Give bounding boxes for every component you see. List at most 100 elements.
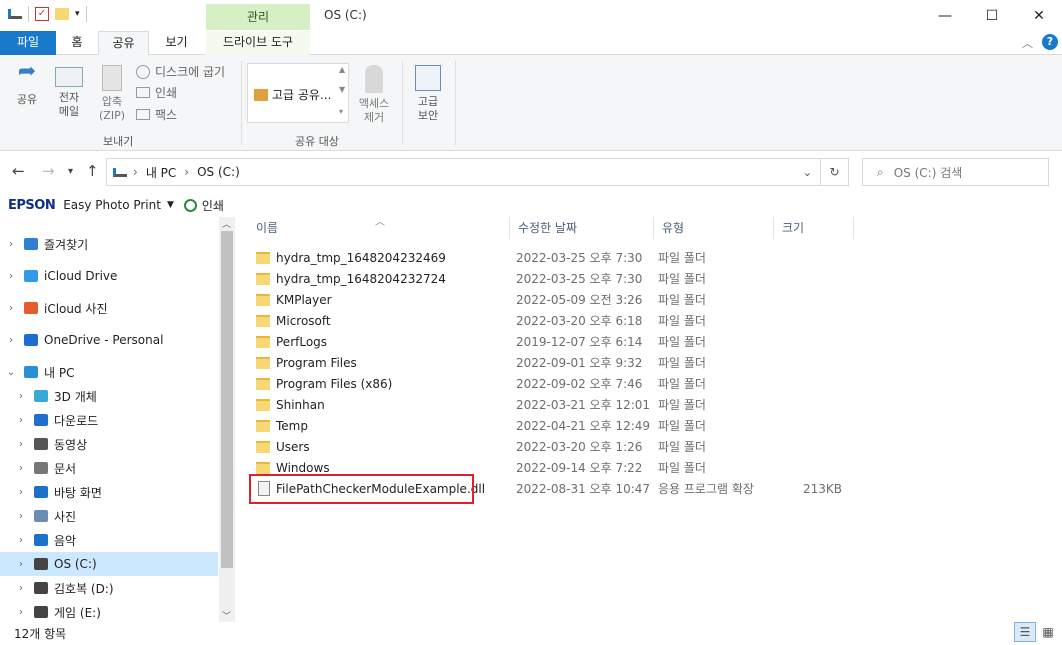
expand-chevron-icon[interactable]: ⌄ [6, 367, 16, 378]
nav-item-onedrive[interactable]: › OneDrive - Personal [0, 328, 218, 352]
expand-chevron-icon[interactable]: › [6, 239, 16, 250]
share-with-gallery[interactable]: 고급 공유... [247, 63, 349, 123]
tab-file[interactable]: 파일 [0, 31, 56, 55]
close-button[interactable]: ✕ [1016, 0, 1062, 32]
advanced-security-button[interactable]: 고급 보안 [410, 65, 446, 123]
tab-home[interactable]: 홈 [56, 31, 98, 55]
search-box[interactable]: ⌕ OS (C:) 검색 [862, 158, 1049, 186]
file-row[interactable]: Temp 2022-04-21 오후 12:49 파일 폴더 [248, 415, 854, 436]
nav-item-desktop[interactable]: › 바탕 화면 [0, 480, 218, 504]
forward-button[interactable]: → [42, 162, 55, 180]
scroll-up-icon[interactable]: ︿ [222, 217, 231, 230]
file-row[interactable]: PerfLogs 2019-12-07 오후 6:14 파일 폴더 [248, 331, 854, 352]
new-folder-icon[interactable] [55, 8, 69, 20]
nav-item-drive-d[interactable]: › 김호복 (D:) [0, 576, 218, 600]
nav-item-icloud-photos[interactable]: › iCloud 사진 [0, 296, 218, 320]
collapse-ribbon-icon[interactable]: ︿ [1022, 35, 1033, 51]
refresh-button[interactable]: ↻ [821, 158, 849, 186]
expand-chevron-icon[interactable]: › [16, 391, 26, 402]
file-name-cell[interactable]: Users [248, 440, 508, 454]
expand-chevron-icon[interactable]: › [16, 415, 26, 426]
file-name-cell[interactable]: Shinhan [248, 398, 508, 412]
expand-chevron-icon[interactable]: › [6, 271, 16, 282]
file-row[interactable]: Program Files 2022-09-01 오후 9:32 파일 폴더 [248, 352, 854, 373]
chevron-down-icon[interactable]: ▼ [167, 200, 174, 210]
file-name-cell[interactable]: PerfLogs [248, 335, 508, 349]
easy-photo-print-button[interactable]: Easy Photo Print [63, 198, 161, 212]
file-name-cell[interactable]: hydra_tmp_1648204232724 [248, 272, 508, 286]
zip-button[interactable]: 압축 (ZIP) [94, 65, 130, 123]
address-bar[interactable]: › 내 PC › OS (C:) ⌄ [106, 158, 821, 186]
minimize-button[interactable]: — [922, 0, 968, 32]
file-name-cell[interactable]: hydra_tmp_1648204232469 [248, 251, 508, 265]
nav-item-drive-c[interactable]: › OS (C:) [0, 552, 218, 576]
details-view-button[interactable]: ☰ [1014, 622, 1036, 642]
gallery-expand-icon[interactable]: ▾ [339, 107, 343, 116]
expand-chevron-icon[interactable]: › [16, 463, 26, 474]
file-row[interactable]: KMPlayer 2022-05-09 오전 3:26 파일 폴더 [248, 289, 854, 310]
file-name-cell[interactable]: Program Files [248, 356, 508, 370]
expand-chevron-icon[interactable]: › [16, 535, 26, 546]
nav-item-icloud[interactable]: › iCloud Drive [0, 264, 218, 288]
file-name-cell[interactable]: Temp [248, 419, 508, 433]
expand-chevron-icon[interactable]: › [6, 303, 16, 314]
tab-drive-tools[interactable]: 드라이브 도구 [206, 31, 310, 55]
nav-item-document[interactable]: › 문서 [0, 456, 218, 480]
maximize-button[interactable]: ☐ [969, 0, 1015, 32]
expand-chevron-icon[interactable]: › [16, 439, 26, 450]
print-button[interactable]: 인쇄 [136, 84, 177, 101]
expand-chevron-icon[interactable]: › [16, 511, 26, 522]
tab-manage[interactable]: 관리 [206, 4, 310, 30]
nav-item-video[interactable]: › 동영상 [0, 432, 218, 456]
breadcrumb-my-pc[interactable]: 내 PC [146, 164, 176, 181]
nav-item-star[interactable]: › 즐겨찾기 [0, 232, 218, 256]
file-row[interactable]: Shinhan 2022-03-21 오후 12:01 파일 폴더 [248, 394, 854, 415]
expand-chevron-icon[interactable]: › [6, 335, 16, 346]
file-row[interactable]: hydra_tmp_1648204232469 2022-03-25 오후 7:3… [248, 247, 854, 268]
quick-access-dropdown-icon[interactable]: ▾ [75, 9, 80, 19]
file-name-cell[interactable]: Program Files (x86) [248, 377, 508, 391]
share-button[interactable]: ➦ 공유 [10, 61, 44, 107]
nav-scrollbar-thumb[interactable] [221, 231, 233, 568]
column-header-type[interactable]: 유형 [654, 217, 774, 239]
file-row[interactable]: Users 2022-03-20 오후 1:26 파일 폴더 [248, 436, 854, 457]
gallery-scroll-down-icon[interactable]: ▼ [339, 85, 345, 94]
column-header-size[interactable]: 크기 [774, 217, 854, 239]
scroll-down-icon[interactable]: ﹀ [222, 609, 231, 622]
email-button[interactable]: 전자 메일 [52, 65, 86, 119]
recent-locations-dropdown[interactable]: ▾ [68, 166, 73, 177]
file-row[interactable]: Program Files (x86) 2022-09-02 오후 7:46 파일 … [248, 373, 854, 394]
nav-item-pictures[interactable]: › 사진 [0, 504, 218, 528]
burn-disc-button[interactable]: 디스크에 굽기 [136, 63, 225, 80]
properties-icon[interactable]: ✓ [35, 7, 49, 21]
nav-item-drive-e[interactable]: › 게임 (E:) [0, 600, 218, 624]
nav-item-music[interactable]: › 음악 [0, 528, 218, 552]
back-button[interactable]: ← [12, 162, 25, 180]
gallery-scroll-up-icon[interactable]: ▲ [339, 65, 345, 74]
fax-button[interactable]: 팩스 [136, 106, 177, 123]
column-header-date[interactable]: 수정한 날짜 [510, 217, 654, 239]
expand-chevron-icon[interactable]: › [16, 559, 26, 570]
breadcrumb-os-c[interactable]: OS (C:) [197, 165, 240, 179]
nav-item-computer[interactable]: ⌄ 내 PC [0, 360, 218, 384]
advanced-share-item[interactable]: 고급 공유... [248, 64, 348, 103]
epson-print-button[interactable]: 인쇄 [202, 197, 224, 214]
expand-chevron-icon[interactable]: › [16, 607, 26, 618]
tab-view[interactable]: 보기 [149, 31, 204, 55]
expand-chevron-icon[interactable]: › [16, 583, 26, 594]
remove-access-button[interactable]: 액세스 제거 [354, 65, 394, 125]
expand-chevron-icon[interactable]: › [16, 487, 26, 498]
file-name-cell[interactable]: Microsoft [248, 314, 508, 328]
file-name-cell[interactable]: KMPlayer [248, 293, 508, 307]
large-icons-view-button[interactable]: ▦ [1037, 622, 1059, 642]
help-icon[interactable]: ? [1042, 34, 1058, 50]
nav-item-download[interactable]: › 다운로드 [0, 408, 218, 432]
tab-share[interactable]: 공유 [98, 31, 149, 56]
file-row[interactable]: Microsoft 2022-03-20 오후 6:18 파일 폴더 [248, 310, 854, 331]
nav-item-label: 3D 개체 [54, 389, 97, 404]
file-name-cell[interactable]: Windows [248, 461, 508, 475]
file-row[interactable]: hydra_tmp_1648204232724 2022-03-25 오후 7:3… [248, 268, 854, 289]
nav-item-3d-objects[interactable]: › 3D 개체 [0, 384, 218, 408]
address-dropdown-icon[interactable]: ⌄ [803, 166, 812, 179]
up-button[interactable]: ↑ [86, 162, 99, 180]
